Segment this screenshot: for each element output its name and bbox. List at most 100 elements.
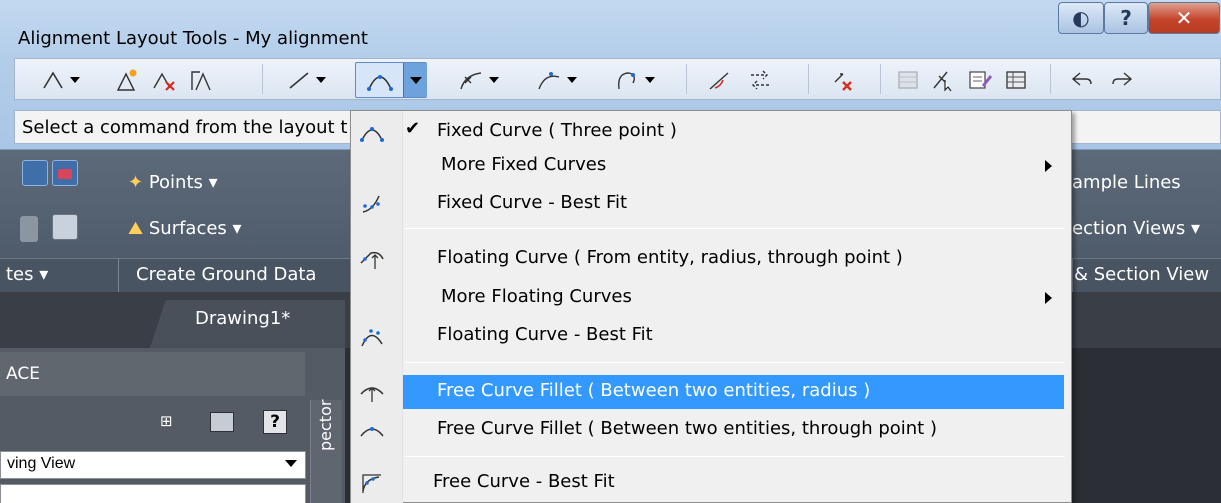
palettes-panel-label: tes	[6, 264, 34, 285]
tab-drawing1-label: Drawing1*	[195, 308, 291, 329]
delete-subentity-tool[interactable]	[826, 64, 862, 96]
toolbar-separator	[262, 64, 263, 94]
close-button[interactable]: ✕	[1148, 2, 1220, 34]
fixed-curve-best-fit-icon	[362, 195, 380, 213]
toolspace-title: ACE	[6, 364, 40, 384]
item-view-icon[interactable]	[210, 412, 234, 432]
tree-view-icon[interactable]: ⊞	[160, 412, 182, 434]
view-select-value: ving View	[7, 455, 76, 472]
delete-pi-tool[interactable]	[146, 64, 182, 96]
section-views-label: ection Views	[1072, 218, 1186, 239]
menu-item-label: Free Curve Fillet ( Between two entities…	[437, 380, 871, 401]
points-menu[interactable]: ✦ Points ▾	[128, 172, 218, 193]
spiral-tool[interactable]	[448, 64, 510, 96]
menu-item-label: Fixed Curve - Best Fit	[437, 192, 628, 213]
chevron-down-icon	[645, 77, 655, 83]
dropdown-arrow-icon: ▾	[1191, 218, 1201, 239]
alignment-grid-view-tool[interactable]	[998, 64, 1034, 96]
menu-item-free-curve-best-fit[interactable]: Free Curve - Best Fit	[351, 466, 1071, 500]
menu-item-fixed-curve-best-fit[interactable]: Fixed Curve - Best Fit	[351, 187, 1071, 221]
chevron-down-icon	[316, 77, 326, 83]
lasso-icon: ◐	[1072, 6, 1090, 30]
prospector-tab-label: pector	[316, 400, 335, 452]
curve-tool-dropdown[interactable]	[403, 63, 427, 97]
chevron-down-icon	[567, 77, 577, 83]
insert-pi-icon	[116, 69, 137, 91]
menu-item-floating-curve-best-fit[interactable]: Floating Curve - Best Fit	[351, 319, 1071, 353]
tangent-line-tool[interactable]	[278, 64, 336, 96]
menu-item-fixed-curve-three-point[interactable]: ✔ Fixed Curve ( Three point )	[351, 115, 1071, 149]
menu-item-free-curve-fillet-radius[interactable]: Free Curve Fillet ( Between two entities…	[351, 375, 1071, 409]
profile-section-views-panel-title[interactable]: & Section View	[1074, 264, 1209, 285]
command-prompt-text: Select a command from the layout tools t…	[22, 117, 347, 138]
sample-lines-button[interactable]: ample Lines	[1072, 172, 1181, 193]
menu-item-floating-curve[interactable]: Floating Curve ( From entity, radius, th…	[351, 242, 1071, 276]
chevron-down-icon	[285, 460, 297, 467]
toolbar-separator	[1050, 64, 1051, 94]
submenu-arrow-icon	[1045, 292, 1052, 304]
autodesk-help-button[interactable]: ◐	[1058, 2, 1104, 34]
tool-palette-icon[interactable]	[22, 160, 48, 186]
help-button[interactable]: ?	[1104, 2, 1148, 34]
free-curve-fillet-radius-icon	[360, 387, 384, 402]
question-icon: ?	[1120, 6, 1132, 30]
toolspace-header	[0, 352, 305, 396]
redo-button[interactable]	[1104, 64, 1140, 96]
section-views-menu[interactable]: ection Views ▾	[1072, 218, 1200, 239]
break-apart-pi-tool[interactable]	[184, 64, 220, 96]
curve-spiral-tool[interactable]	[604, 64, 666, 96]
dropdown-arrow-icon: ▾	[39, 264, 49, 285]
menu-item-more-fixed-curves[interactable]: More Fixed Curves	[351, 149, 1071, 183]
submenu-arrow-icon	[1045, 160, 1052, 172]
toolbar-separator	[808, 64, 809, 94]
points-icon: ✦	[128, 172, 144, 193]
window-title: Alignment Layout Tools - My alignment	[18, 28, 368, 49]
create-ground-data-label: Create Ground Data	[136, 264, 317, 285]
delete-pi-icon	[153, 72, 175, 91]
menu-item-label: Floating Curve ( From entity, radius, th…	[437, 247, 903, 268]
points-label: Points	[148, 172, 203, 193]
line-curve-icon	[538, 72, 560, 90]
convert-line-icon	[709, 72, 729, 90]
insert-pi-tool[interactable]	[110, 64, 146, 96]
convert-autocad-line-tool[interactable]	[702, 64, 738, 96]
menu-item-label: Floating Curve - Best Fit	[437, 324, 653, 345]
palettes-panel-title[interactable]: tes ▾	[6, 264, 48, 285]
undo-icon	[1071, 72, 1092, 86]
menu-item-label: More Fixed Curves	[441, 154, 607, 175]
toolbox-icon[interactable]	[52, 160, 78, 186]
pick-subentity-tool[interactable]	[926, 64, 962, 96]
curve-tool-split-button[interactable]	[355, 62, 427, 98]
pi-tangent-tool[interactable]	[30, 64, 92, 96]
curve-spiral-icon	[618, 72, 636, 90]
surfaces-menu[interactable]: ⛰ Surfaces ▾	[128, 218, 242, 239]
line-curve-tool[interactable]	[526, 64, 588, 96]
edit-best-fit-data-tool[interactable]	[890, 64, 926, 96]
close-icon: ✕	[1175, 6, 1193, 30]
reverse-subentity-direction-tool[interactable]	[742, 64, 778, 96]
menu-separator	[405, 362, 1065, 363]
grid-view-icon	[1006, 71, 1026, 89]
menu-item-more-floating-curves[interactable]: More Floating Curves	[351, 281, 1071, 315]
surfaces-icon: ⛰	[128, 218, 144, 239]
reverse-direction-icon	[751, 70, 769, 90]
fixed-curve-three-point-icon	[360, 127, 384, 142]
subentity-editor-tool[interactable]	[962, 64, 998, 96]
subentity-editor-icon	[969, 71, 993, 89]
menu-item-label: More Floating Curves	[441, 286, 632, 307]
help-icon[interactable]: ?	[263, 410, 287, 434]
create-ground-data-panel-title[interactable]: Create Ground Data	[136, 264, 316, 285]
toolspace-input[interactable]	[0, 484, 306, 503]
check-icon: ✔	[405, 118, 421, 139]
menu-item-free-curve-fillet-point[interactable]: Free Curve Fillet ( Between two entities…	[351, 413, 1071, 447]
dropdown-arrow-icon: ▾	[232, 218, 242, 239]
menu-separator	[405, 456, 1065, 457]
surfaces-label: Surfaces	[148, 218, 227, 239]
chevron-down-icon	[70, 77, 80, 83]
undo-button[interactable]	[1064, 64, 1100, 96]
panel-icon[interactable]	[52, 214, 78, 240]
view-select[interactable]: ving View	[0, 451, 306, 479]
best-fit-data-icon	[898, 71, 918, 89]
properties-icon[interactable]	[20, 216, 38, 242]
ribbon-separator	[1072, 258, 1073, 292]
